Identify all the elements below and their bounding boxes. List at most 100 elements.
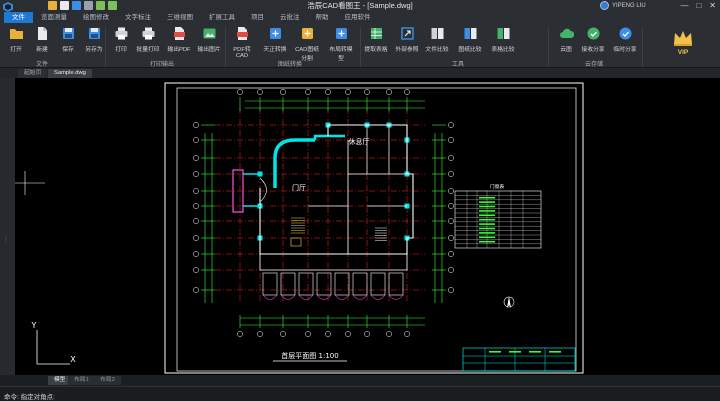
drawing-canvas[interactable]: 休息厅 门厅 首层平面图 1:100 门窗表 Y X: [15, 78, 720, 375]
ribbon-button-save[interactable]: 保存: [55, 26, 81, 53]
ribbon-button-cloud[interactable]: 云图: [553, 26, 579, 53]
user-account[interactable]: YIPENG LIU: [600, 1, 646, 10]
axis-bubble: [237, 89, 243, 95]
document-tab-start[interactable]: 起始页: [18, 69, 48, 78]
ribbon-button-split-drawing[interactable]: CAD图纸分割: [294, 26, 320, 62]
ribbon-button-print[interactable]: 打印: [108, 26, 134, 53]
ribbon-button-label: 表格比较: [491, 47, 515, 53]
ribbon-button-label: 云图: [560, 47, 572, 53]
drawing-compare-icon: [464, 28, 476, 39]
temp-share-icon: [619, 27, 631, 40]
axis-bubble: [386, 331, 392, 337]
vip-badge[interactable]: VIP: [669, 29, 697, 56]
bay-room: [370, 272, 386, 296]
ribbon-button-file-compare[interactable]: 文件比较: [424, 26, 450, 53]
window-controls: — □ ✕: [680, 1, 716, 11]
bay-arch: [334, 294, 350, 300]
ribbon-button-pdf-to-cad[interactable]: PDF转CAD: [229, 26, 255, 59]
ribbon-button-layout-to-model[interactable]: 布局转模型: [328, 26, 354, 62]
ribbon-button-label: 布局转模型: [329, 47, 353, 62]
axis-bubble: [280, 331, 286, 337]
ribbon-group-separator: [225, 27, 226, 67]
table-compare-icon: [497, 28, 509, 39]
command-prompt: 命令: 指定对角点:: [4, 394, 55, 401]
layout-tab-1[interactable]: 布局1: [68, 376, 95, 385]
xref-icon: [400, 27, 414, 40]
menu-tab-5[interactable]: 扩展工具: [201, 12, 243, 23]
axis-bubble: [448, 235, 454, 241]
room-label-lobby: 门厅: [292, 183, 306, 192]
cad-drawing[interactable]: 休息厅门厅首层平面图 1:100 门窗表 Y X: [15, 78, 720, 375]
ribbon-button-label: 输出PDF: [167, 47, 191, 53]
ribbon-group-label: 图纸转换: [278, 62, 303, 68]
ribbon-button-label: 文件比较: [425, 47, 449, 53]
ribbon-group-separator: [548, 27, 549, 67]
menu-tab-4[interactable]: 三维视图: [159, 12, 201, 23]
batch-print-icon: [142, 27, 154, 40]
ribbon-button-label: 天正转换: [263, 47, 287, 53]
menu-tab-1[interactable]: 览面测量: [33, 12, 75, 23]
axis-bubble: [404, 331, 410, 337]
ribbon-button-tangent-convert[interactable]: 天正转换: [262, 26, 288, 53]
axis-bubble: [448, 122, 454, 128]
menu-tab-7[interactable]: 云批注: [272, 12, 308, 23]
ribbon-button-label: 临时分享: [613, 47, 637, 53]
bay-room: [334, 272, 350, 296]
axis-bubble: [448, 267, 454, 273]
ribbon-button-image-export[interactable]: 输出图片: [196, 26, 222, 53]
ribbon-button-save-as[interactable]: 另存为: [81, 26, 107, 53]
schedule-cell-text: [479, 214, 495, 217]
exterior-wall: [259, 254, 408, 271]
schedule-cell-text: [479, 201, 495, 203]
schedule-cell-text: [479, 218, 495, 221]
command-input[interactable]: [60, 389, 700, 400]
side-panel-handle[interactable]: ⋮: [3, 236, 9, 243]
ribbon-button-label: 接收分享: [581, 47, 605, 53]
minimize-button[interactable]: —: [680, 1, 688, 11]
curved-entrance-wall: [273, 138, 315, 188]
ribbon-button-pdf-export[interactable]: 输出PDF: [166, 26, 192, 53]
vip-label: VIP: [677, 49, 689, 56]
ribbon-button-table-compare[interactable]: 表格比较: [490, 26, 516, 53]
axis-bubble: [448, 218, 454, 224]
axis-bubble: [305, 89, 311, 95]
north-arrow-pointer: [507, 296, 511, 308]
maximize-button[interactable]: □: [696, 1, 701, 11]
ribbon-button-label: 外部参照: [395, 47, 419, 53]
axis-bubble: [386, 89, 392, 95]
document-tab-sample[interactable]: Sample.dwg: [48, 69, 92, 78]
menu-tab-9[interactable]: 应用软件: [337, 12, 379, 23]
schedule-cell-text: [479, 240, 495, 243]
ribbon-button-label: 打开: [10, 47, 22, 53]
axis-bubble: [193, 203, 199, 209]
ribbon-button-label: PDF转CAD: [233, 47, 251, 59]
layout-tab-2[interactable]: 布局2: [94, 376, 121, 385]
ribbon-button-new-file[interactable]: 新建: [29, 26, 55, 53]
ribbon-button-batch-print[interactable]: 批量打印: [135, 26, 161, 53]
layout-tab-bar: 模型 布局1 布局2: [0, 375, 720, 386]
room-label-lounge: 休息厅: [349, 137, 370, 146]
menu-tab-6[interactable]: 项目: [243, 12, 272, 23]
ribbon-button-temp-share[interactable]: 临时分享: [612, 26, 638, 53]
ribbon-button-drawing-compare[interactable]: 图纸比较: [457, 26, 483, 53]
close-button[interactable]: ✕: [709, 1, 716, 11]
user-name: YIPENG LIU: [612, 2, 646, 9]
axis-bubble: [448, 287, 454, 293]
menu-tab-3[interactable]: 文字标注: [117, 12, 159, 23]
menu-tab-8[interactable]: 帮助: [308, 12, 337, 23]
pdf-to-cad-icon: [236, 27, 248, 40]
menu-tab-0[interactable]: 文件: [4, 12, 33, 23]
ribbon-group-separator: [360, 27, 361, 67]
schedule-cell-text: [479, 232, 495, 234]
axis-bubble: [448, 251, 454, 257]
ribbon-button-receive-share[interactable]: 接收分享: [580, 26, 606, 53]
title-block-text: [529, 351, 541, 353]
drawing-title: 首层平面图 1:100: [281, 351, 338, 360]
ribbon-button-xref[interactable]: 外部参照: [394, 26, 420, 53]
menu-tab-2[interactable]: 绘图修改: [75, 12, 117, 23]
ribbon-button-folder-open[interactable]: 打开: [3, 26, 29, 53]
pdf-export-icon: [173, 27, 185, 40]
ribbon-button-extract-table[interactable]: 提取表格: [363, 26, 389, 53]
title-block-text: [489, 351, 501, 353]
schedule-cell-text: [479, 205, 495, 208]
